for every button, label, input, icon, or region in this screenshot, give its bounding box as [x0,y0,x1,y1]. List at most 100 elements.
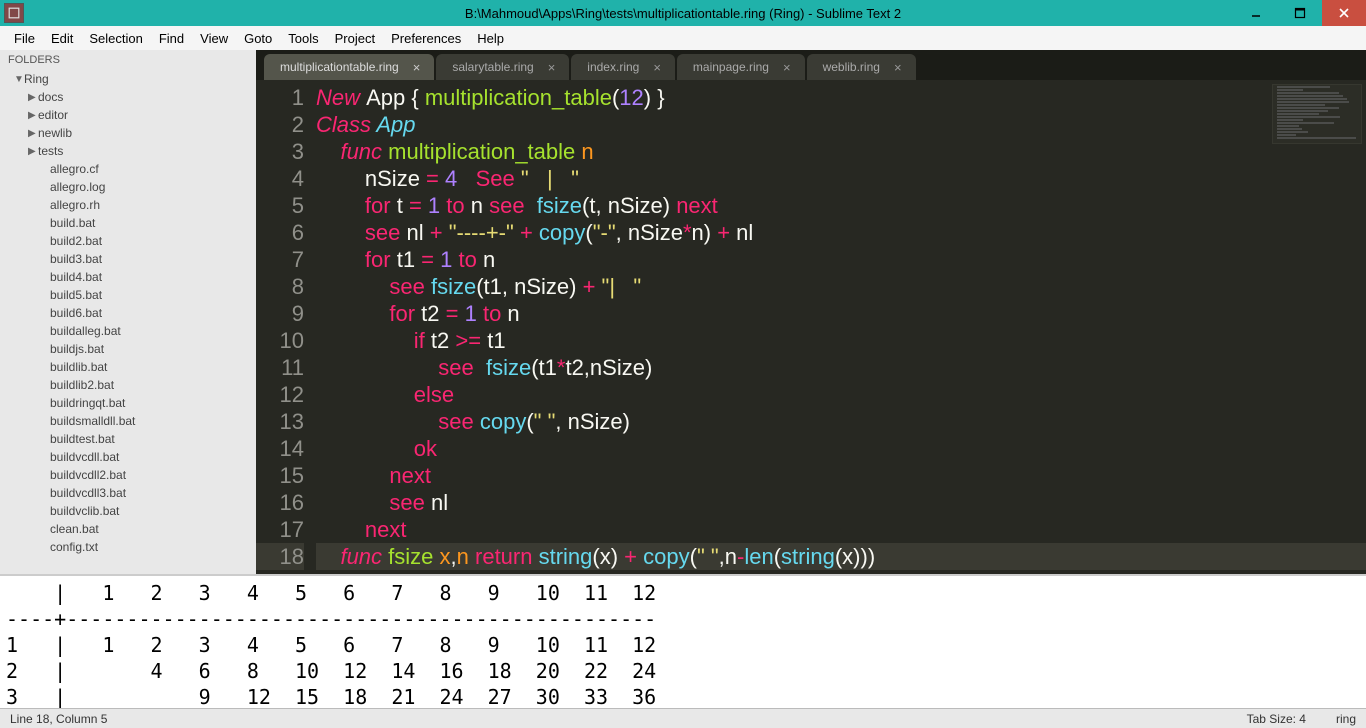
tree-item-label: buildringqt.bat [50,396,125,410]
status-bar: Line 18, Column 5 Tab Size: 4 ring [0,708,1366,728]
close-icon[interactable]: × [894,60,902,75]
menu-edit[interactable]: Edit [43,31,81,46]
file-item[interactable]: build5.bat [0,286,256,304]
file-item[interactable]: build4.bat [0,268,256,286]
folder-item[interactable]: ▼Ring [0,70,256,88]
menu-bar: FileEditSelectionFindViewGotoToolsProjec… [0,26,1366,50]
close-icon[interactable]: × [548,60,556,75]
tree-item-label: build6.bat [50,306,102,320]
tree-item-label: build4.bat [50,270,102,284]
line-number: 14 [256,435,304,462]
folder-item[interactable]: ▶tests [0,142,256,160]
line-number: 2 [256,111,304,138]
tree-item-label: tests [38,144,63,158]
menu-help[interactable]: Help [469,31,512,46]
file-item[interactable]: buildvcdll2.bat [0,466,256,484]
close-button[interactable] [1322,0,1366,26]
menu-view[interactable]: View [192,31,236,46]
file-item[interactable]: build2.bat [0,232,256,250]
code-editor[interactable]: 123456789101112131415161718 New App { mu… [256,80,1366,574]
sidebar: FOLDERS ▼Ring▶docs▶editor▶newlib▶testsal… [0,50,256,574]
line-number: 11 [256,354,304,381]
chevron-right-icon: ▶ [28,92,38,103]
status-language[interactable]: ring [1336,712,1356,726]
tab-label: salarytable.ring [452,60,533,74]
file-item[interactable]: allegro.rh [0,196,256,214]
menu-find[interactable]: Find [151,31,192,46]
tree-item-label: buildvcdll3.bat [50,486,126,500]
minimize-button[interactable] [1234,0,1278,26]
file-item[interactable]: buildvcdll.bat [0,448,256,466]
close-icon[interactable]: × [413,60,421,75]
editor-tab[interactable]: multiplicationtable.ring × [264,54,434,80]
file-item[interactable]: allegro.cf [0,160,256,178]
code-text[interactable]: New App { multiplication_table(12) } Cla… [316,80,1366,574]
line-number: 5 [256,192,304,219]
tree-item-label: buildalleg.bat [50,324,121,338]
file-item[interactable]: buildvcdll3.bat [0,484,256,502]
file-item[interactable]: buildtest.bat [0,430,256,448]
line-number: 15 [256,462,304,489]
file-item[interactable]: buildlib.bat [0,358,256,376]
status-cursor-position[interactable]: Line 18, Column 5 [10,712,107,726]
folder-item[interactable]: ▶newlib [0,124,256,142]
status-tab-size[interactable]: Tab Size: 4 [1247,712,1306,726]
tree-item-label: build5.bat [50,288,102,302]
file-item[interactable]: buildjs.bat [0,340,256,358]
file-item[interactable]: buildsmalldll.bat [0,412,256,430]
tree-item-label: buildsmalldll.bat [50,414,135,428]
file-item[interactable]: config.txt [0,538,256,556]
file-item[interactable]: buildvclib.bat [0,502,256,520]
menu-tools[interactable]: Tools [280,31,326,46]
file-item[interactable]: clean.bat [0,520,256,538]
tree-item-label: editor [38,108,68,122]
tree-item-label: build2.bat [50,234,102,248]
tree-item-label: allegro.cf [50,162,99,176]
tab-label: mainpage.ring [693,60,769,74]
line-number: 17 [256,516,304,543]
file-item[interactable]: build3.bat [0,250,256,268]
tree-item-label: buildlib2.bat [50,378,114,392]
tree-item-label: newlib [38,126,72,140]
chevron-right-icon: ▶ [28,128,38,139]
file-item[interactable]: allegro.log [0,178,256,196]
file-item[interactable]: buildalleg.bat [0,322,256,340]
menu-preferences[interactable]: Preferences [383,31,469,46]
tree-item-label: allegro.log [50,180,105,194]
menu-selection[interactable]: Selection [81,31,150,46]
chevron-right-icon: ▶ [28,110,38,121]
editor-tab[interactable]: mainpage.ring × [677,54,805,80]
editor-tab[interactable]: index.ring× [571,54,675,80]
editor-tab[interactable]: weblib.ring × [807,54,916,80]
tree-item-label: config.txt [50,540,98,554]
window-titlebar: B:\Mahmoud\Apps\Ring\tests\multiplicatio… [0,0,1366,26]
file-item[interactable]: build6.bat [0,304,256,322]
file-item[interactable]: buildlib2.bat [0,376,256,394]
line-number-gutter: 123456789101112131415161718 [256,80,316,574]
tab-label: multiplicationtable.ring [280,60,399,74]
maximize-button[interactable] [1278,0,1322,26]
menu-file[interactable]: File [6,31,43,46]
close-icon[interactable]: × [653,60,661,75]
output-panel[interactable]: | 1 2 3 4 5 6 7 8 9 10 11 12 ----+------… [0,574,1366,708]
menu-goto[interactable]: Goto [236,31,280,46]
tree-item-label: docs [38,90,63,104]
file-item[interactable]: build.bat [0,214,256,232]
close-icon[interactable]: × [783,60,791,75]
chevron-down-icon: ▼ [14,74,24,85]
line-number: 9 [256,300,304,327]
tree-item-label: build3.bat [50,252,102,266]
line-number: 10 [256,327,304,354]
menu-project[interactable]: Project [327,31,383,46]
minimap[interactable] [1272,84,1362,144]
tab-label: weblib.ring [823,60,880,74]
line-number: 13 [256,408,304,435]
line-number: 3 [256,138,304,165]
line-number: 18 [256,543,304,570]
editor-tab[interactable]: salarytable.ring × [436,54,569,80]
tree-item-label: Ring [24,72,49,86]
folder-item[interactable]: ▶editor [0,106,256,124]
file-item[interactable]: buildringqt.bat [0,394,256,412]
tree-item-label: clean.bat [50,522,99,536]
folder-item[interactable]: ▶docs [0,88,256,106]
